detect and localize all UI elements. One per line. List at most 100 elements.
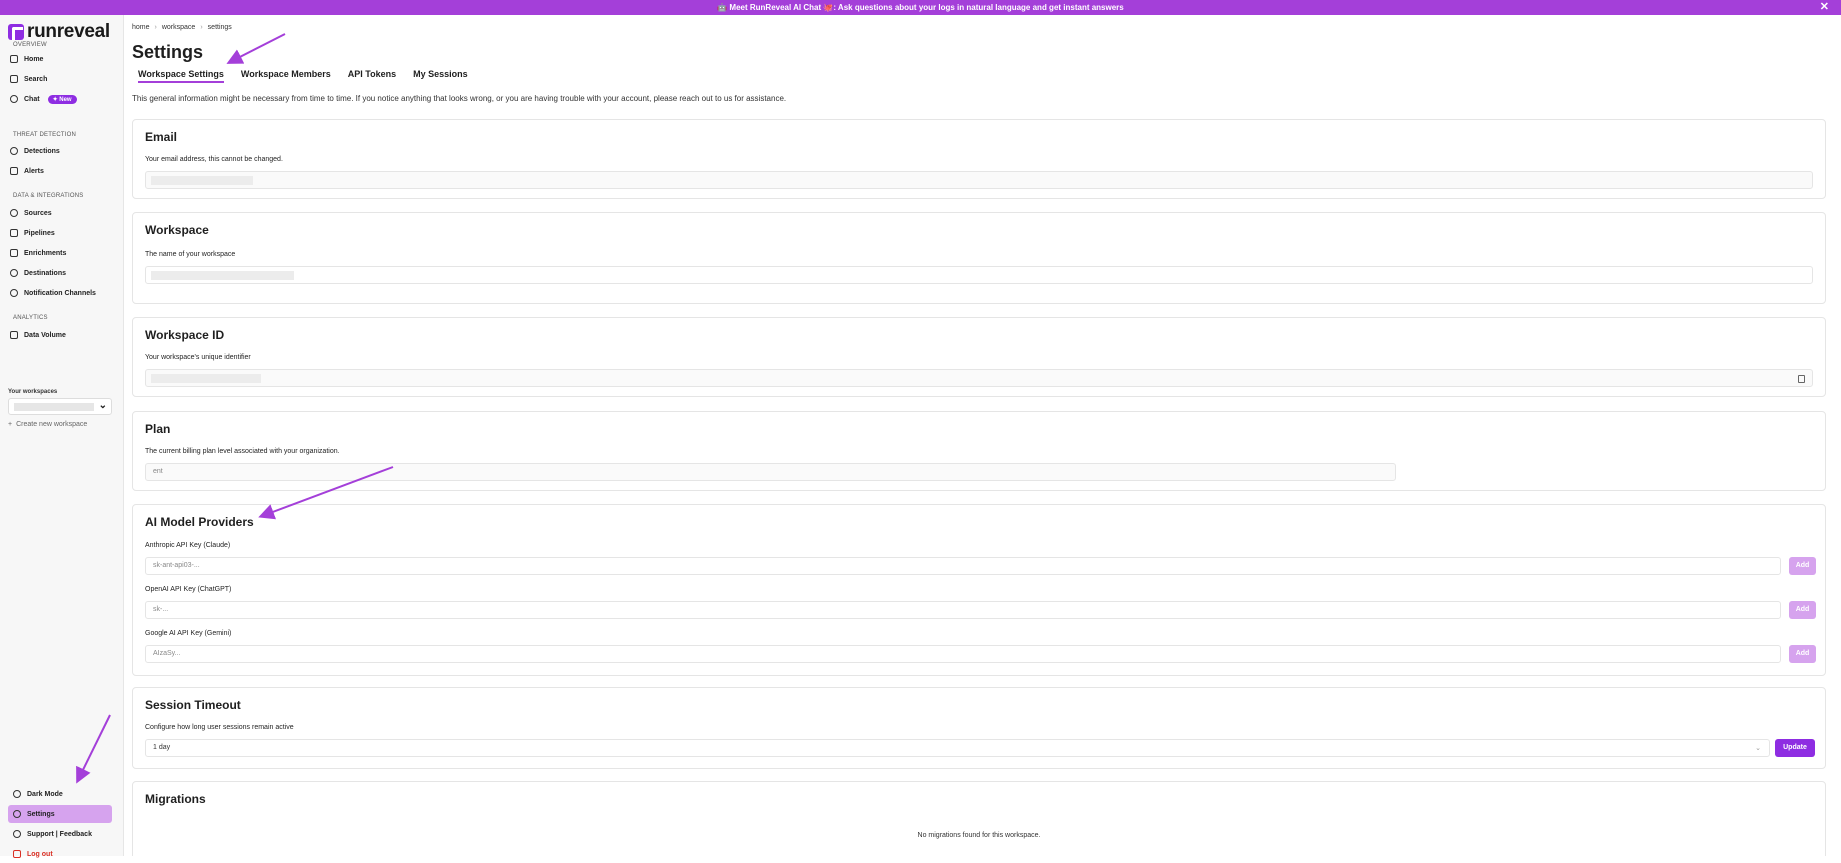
sidebar-item-label: Enrichments xyxy=(24,249,67,257)
tab-workspace-settings[interactable]: Workspace Settings xyxy=(138,69,224,83)
main-content: home › workspace › settings Settings Works… xyxy=(124,15,1841,856)
chat-icon xyxy=(10,95,18,103)
migrations-title: Migrations xyxy=(145,792,206,806)
workspace-name-redacted xyxy=(151,271,294,280)
sidebar-item-label: Sources xyxy=(24,209,52,217)
session-timeout-label: Configure how long user sessions remain … xyxy=(145,724,294,731)
tab-api-tokens[interactable]: API Tokens xyxy=(348,69,396,83)
sidebar-item-label: Pipelines xyxy=(24,229,55,237)
settings-tabs: Workspace Settings Workspace Members API… xyxy=(138,69,468,83)
enrichment-icon xyxy=(10,249,18,257)
section-label-overview: OVERVIEW xyxy=(13,42,47,48)
search-icon xyxy=(10,75,18,83)
database-icon xyxy=(10,209,18,217)
breadcrumb-workspace[interactable]: workspace xyxy=(162,24,195,31)
logo-text: runreveal xyxy=(27,21,110,42)
sidebar-item-detections[interactable]: Detections xyxy=(8,143,114,159)
sidebar-item-notification-channels[interactable]: Notification Channels xyxy=(8,285,114,301)
bell-icon xyxy=(10,289,18,297)
tab-workspace-members[interactable]: Workspace Members xyxy=(241,69,331,83)
session-timeout-title: Session Timeout xyxy=(145,698,241,712)
logout-icon xyxy=(13,850,21,858)
sidebar-item-label: Destinations xyxy=(24,269,67,277)
destination-icon xyxy=(10,269,18,277)
dark-mode-toggle[interactable]: Dark Mode xyxy=(8,785,112,803)
session-timeout-card: Session Timeout Configure how long user … xyxy=(132,687,1826,769)
google-key-input[interactable]: AIzaSy... xyxy=(145,645,1781,663)
workspace-id-redacted xyxy=(151,374,261,383)
detections-icon xyxy=(10,147,18,155)
plan-label: The current billing plan level associate… xyxy=(145,448,340,455)
google-key-placeholder: AIzaSy... xyxy=(153,650,181,657)
anthropic-key-input[interactable]: sk-ant-api03-... xyxy=(145,557,1781,575)
workspace-name-label: The name of your workspace xyxy=(145,251,236,258)
email-title: Email xyxy=(145,130,178,144)
workspace-card: Workspace The name of your workspace Slu… xyxy=(132,212,1826,389)
openai-key-placeholder: sk-... xyxy=(153,606,169,613)
openai-key-input[interactable]: sk-... xyxy=(145,601,1781,619)
sidebar-item-label: Notification Channels xyxy=(24,289,96,297)
plan-field: ent xyxy=(145,463,1396,481)
sidebar-item-search[interactable]: Search xyxy=(8,71,114,87)
copy-icon[interactable] xyxy=(1798,375,1805,383)
anthropic-add-button[interactable]: Add xyxy=(1789,557,1816,575)
sidebar-item-pipelines[interactable]: Pipelines xyxy=(8,225,114,241)
logout-button[interactable]: Log out xyxy=(8,845,112,863)
sidebar-item-data-volume[interactable]: Data Volume xyxy=(8,327,114,343)
sidebar-item-label: Home xyxy=(24,55,44,63)
create-workspace-label: Create new workspace xyxy=(16,421,88,428)
chevron-down-icon: ⌄ xyxy=(98,400,107,411)
breadcrumb-home[interactable]: home xyxy=(132,24,150,31)
sidebar-item-sources[interactable]: Sources xyxy=(8,205,114,221)
workspace-id-card: Workspace ID Your workspace's unique ide… xyxy=(132,317,1826,397)
new-badge: ✦ New xyxy=(47,94,77,104)
support-label: Support | Feedback xyxy=(27,830,92,838)
anthropic-key-placeholder: sk-ant-api03-... xyxy=(153,562,200,569)
update-button[interactable]: Update xyxy=(1775,739,1815,757)
session-timeout-value: 1 day xyxy=(153,744,171,751)
sidebar-item-settings[interactable]: Settings xyxy=(8,805,112,823)
support-feedback-link[interactable]: Support | Feedback xyxy=(8,825,112,843)
openai-add-button[interactable]: Add xyxy=(1789,601,1816,619)
sidebar-item-home[interactable]: Home xyxy=(8,51,114,67)
gear-icon xyxy=(13,810,21,818)
google-add-button[interactable]: Add xyxy=(1789,645,1816,663)
sidebar-item-alerts[interactable]: Alerts xyxy=(8,163,114,179)
sidebar-item-label: Chat xyxy=(24,95,40,103)
migrations-card: Migrations No migrations found for this … xyxy=(132,781,1826,856)
sidebar-item-chat[interactable]: Chat ✦ New xyxy=(8,91,114,107)
plan-card: Plan The current billing plan level asso… xyxy=(132,411,1826,491)
email-label: Your email address, this cannot be chang… xyxy=(145,156,283,163)
sidebar-item-enrichments[interactable]: Enrichments xyxy=(8,245,114,261)
email-card: Email Your email address, this cannot be… xyxy=(132,119,1826,199)
workspace-id-field xyxy=(145,369,1813,387)
ai-providers-title: AI Model Providers xyxy=(145,515,254,529)
tab-my-sessions[interactable]: My Sessions xyxy=(413,69,468,83)
chevron-down-icon: ⌄ xyxy=(1755,745,1761,752)
pipeline-icon xyxy=(10,229,18,237)
dark-mode-label: Dark Mode xyxy=(27,790,63,798)
anthropic-key-label: Anthropic API Key (Claude) xyxy=(145,542,231,549)
workspace-title: Workspace xyxy=(145,223,209,237)
workspace-select[interactable]: ⌄ xyxy=(8,398,112,415)
announcement-banner: 🤖 Meet RunReveal AI Chat 🐙: Ask question… xyxy=(0,0,1841,15)
logout-label: Log out xyxy=(27,850,53,858)
google-key-label: Google AI API Key (Gemini) xyxy=(145,630,232,637)
home-icon xyxy=(10,55,18,63)
create-workspace-link[interactable]: + Create new workspace xyxy=(8,421,87,428)
workspace-id-label: Your workspace's unique identifier xyxy=(145,354,251,361)
openai-key-label: OpenAI API Key (ChatGPT) xyxy=(145,586,232,593)
workspaces-label: Your workspaces xyxy=(8,389,58,395)
session-timeout-select[interactable]: 1 day ⌄ xyxy=(145,739,1770,757)
settings-label: Settings xyxy=(27,810,55,818)
sidebar: runreveal OVERVIEW Home Search Chat ✦ New… xyxy=(0,15,124,858)
section-label-data: DATA & INTEGRATIONS xyxy=(13,193,84,199)
moon-icon xyxy=(13,790,21,798)
workspace-id-title: Workspace ID xyxy=(145,328,225,342)
workspace-name-input[interactable] xyxy=(145,266,1813,284)
close-icon[interactable]: ✕ xyxy=(1820,0,1829,15)
sidebar-item-destinations[interactable]: Destinations xyxy=(8,265,114,281)
plan-value: ent xyxy=(153,468,163,475)
logo[interactable]: runreveal xyxy=(8,21,110,43)
migrations-empty-text: No migrations found for this workspace. xyxy=(917,832,1041,839)
